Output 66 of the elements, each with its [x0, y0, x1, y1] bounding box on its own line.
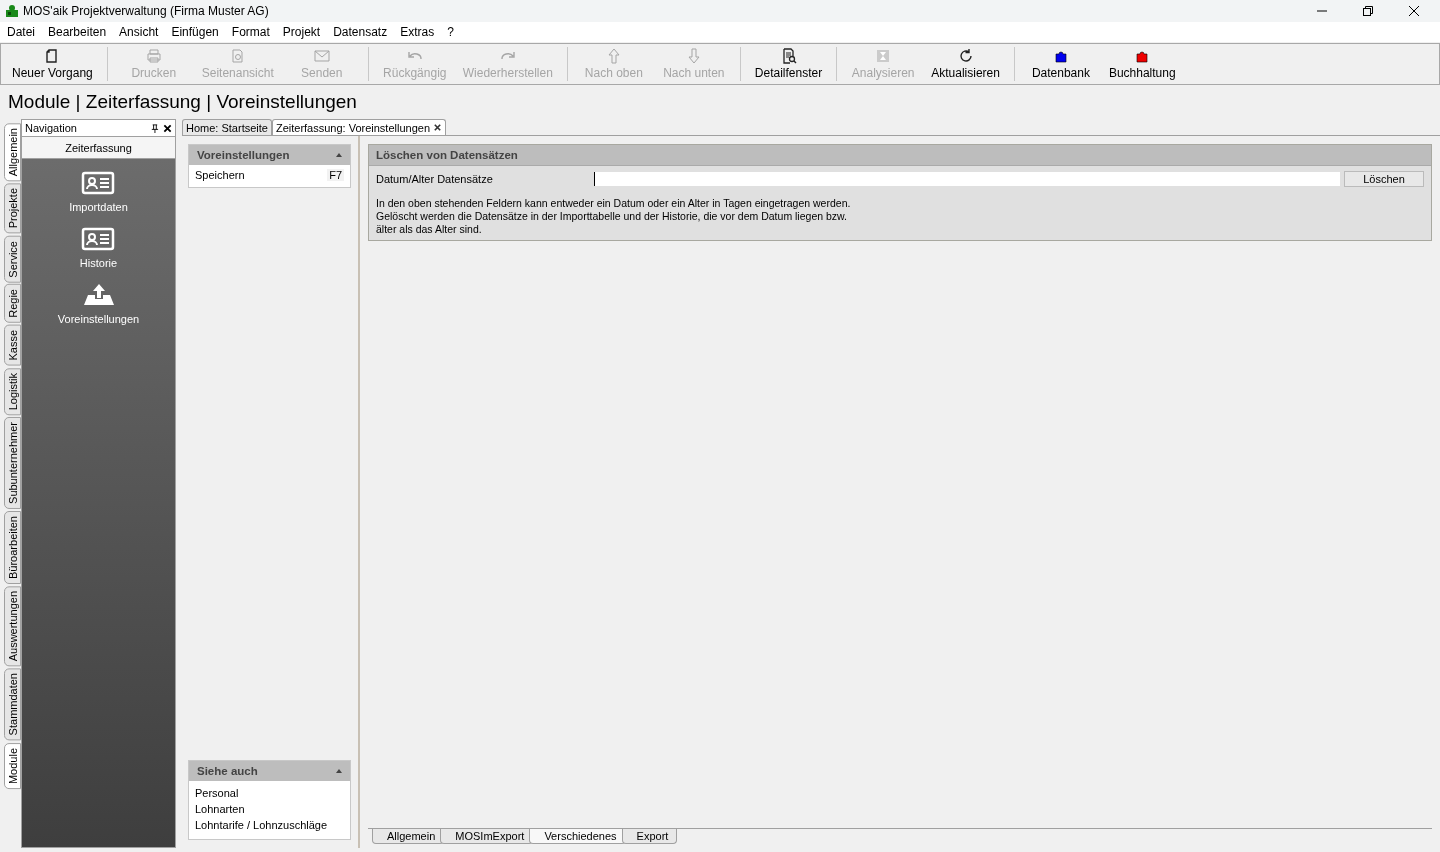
- document-tab[interactable]: Home: Startseite: [182, 119, 272, 135]
- side-tab[interactable]: Regie: [4, 284, 21, 324]
- menu-item[interactable]: Datei: [7, 25, 35, 39]
- toolbar-button[interactable]: Detailfenster: [746, 44, 831, 84]
- restore-icon[interactable]: [1362, 5, 1374, 17]
- id-card-icon[interactable]: [81, 227, 116, 251]
- collapse-icon[interactable]: [336, 153, 342, 157]
- close-icon[interactable]: [1408, 5, 1420, 17]
- side-tab[interactable]: Service: [4, 235, 21, 283]
- navigation-item[interactable]: Voreinstellungen: [57, 313, 140, 325]
- close-icon[interactable]: [163, 123, 172, 133]
- menu-item[interactable]: Projekt: [282, 25, 321, 39]
- side-tab[interactable]: Projekte: [4, 183, 21, 234]
- delete-button[interactable]: Löschen: [1344, 171, 1424, 187]
- menu-item[interactable]: Bearbeiten: [48, 25, 107, 39]
- envelope-icon: [313, 48, 330, 64]
- menu-item[interactable]: Einfügen: [171, 25, 219, 39]
- document-magnifier-icon: [780, 48, 797, 64]
- document-tab[interactable]: Zeiterfassung: Voreinstellungen: [271, 119, 447, 135]
- task-link[interactable]: Speichern: [195, 169, 245, 181]
- printer-icon: [145, 48, 162, 64]
- id-card-icon[interactable]: [81, 171, 116, 195]
- related-link[interactable]: Personal: [195, 785, 239, 801]
- toolbar-button[interactable]: Datenbank: [1020, 44, 1101, 84]
- menu-item[interactable]: Format: [231, 25, 270, 39]
- toolbar-button[interactable]: Buchhaltung: [1100, 44, 1184, 84]
- arrow-up-icon: [605, 48, 622, 64]
- toolbar-button[interactable]: Neuer Vorgang: [4, 44, 101, 84]
- side-tab[interactable]: Module: [4, 742, 21, 789]
- side-tab[interactable]: Subunternehmer: [4, 417, 21, 509]
- menu-item[interactable]: Datensatz: [333, 25, 388, 39]
- breadcrumb-title: Module | Zeiterfassung | Voreinstellungen: [7, 90, 358, 114]
- side-tab[interactable]: Kasse: [4, 325, 21, 366]
- arrow-down-icon: [685, 48, 702, 64]
- side-tab[interactable]: Auswertungen: [4, 585, 21, 667]
- shortcut-label: F7: [327, 169, 344, 181]
- bottom-tab[interactable]: Export: [621, 829, 678, 844]
- panel-title: Voreinstellungen: [197, 149, 291, 161]
- collapse-icon[interactable]: [336, 769, 342, 773]
- help-text: In den oben stehenden Feldern kann entweder ein Datum oder ein Alter in Tagen eingetragen werden. Gelöscht werden die Datensätze in der Importtabelle und der Historie, die vor dem Datum liegen bzw. älter als das Alter sind.: [376, 197, 852, 236]
- navigation-section-header[interactable]: Zeiterfassung: [22, 137, 175, 159]
- close-icon[interactable]: [433, 123, 443, 132]
- menu-item[interactable]: ?: [447, 25, 454, 39]
- window-title: MOS'aik Projektverwaltung (Firma Muster AG): [23, 4, 269, 18]
- page-magnifier-icon: [229, 48, 246, 64]
- navigation-item[interactable]: Importdaten: [69, 201, 128, 213]
- upload-tray-icon[interactable]: [81, 283, 116, 307]
- related-link[interactable]: Lohntarife / Lohnzuschläge: [195, 817, 328, 833]
- app-logo-icon: [5, 4, 19, 18]
- panel-title: Navigation: [25, 122, 78, 134]
- navigation-item[interactable]: Historie: [79, 257, 118, 269]
- hourglass-icon: [875, 48, 892, 64]
- menu-item[interactable]: Ansicht: [119, 25, 159, 39]
- toolbar-button[interactable]: Aktualisieren: [923, 44, 1008, 84]
- related-link[interactable]: Lohnarten: [195, 801, 245, 817]
- side-tab[interactable]: Logistik: [4, 367, 21, 415]
- section-title: Löschen von Datensätzen: [369, 145, 1431, 166]
- side-tab[interactable]: Allgemein: [4, 123, 21, 182]
- menu-item[interactable]: Extras: [400, 25, 435, 39]
- side-tab[interactable]: Büroarbeiten: [4, 510, 21, 584]
- field-label: Datum/Alter Datensätze: [376, 173, 494, 185]
- refresh-icon: [957, 48, 974, 64]
- panel-title: Siehe auch: [197, 765, 259, 777]
- pin-icon[interactable]: [150, 123, 159, 133]
- side-tab[interactable]: Stammdaten: [4, 668, 21, 741]
- date-age-input[interactable]: [594, 172, 1340, 186]
